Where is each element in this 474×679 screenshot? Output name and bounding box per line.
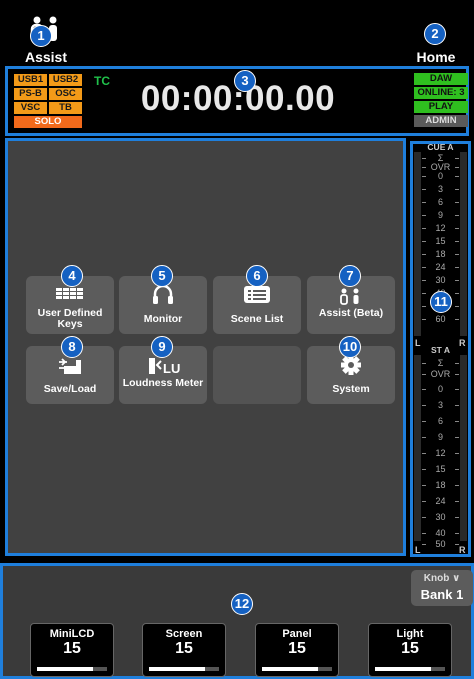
- st-sum-label: Σ: [422, 358, 459, 368]
- tile-label: Loudness Meter: [122, 377, 204, 389]
- tile-label: Save/Load: [43, 383, 97, 395]
- knob-value: 15: [401, 640, 419, 657]
- source-usb2: USB2: [49, 74, 82, 86]
- bank-label: Bank 1: [420, 587, 464, 602]
- knob-name: MiniLCD: [49, 628, 95, 640]
- cue-left-bar: [414, 152, 421, 336]
- st-ovr-label: OVR: [422, 369, 459, 379]
- knob-level-fill: [375, 667, 431, 671]
- status-bar: USB1 USB2 PS-B OSC VSC TB SOLO TC 00:00:…: [5, 66, 469, 136]
- callout-badge: 4: [61, 265, 83, 287]
- st-scale-tick: 50: [422, 539, 459, 549]
- solo-indicator: SOLO: [14, 116, 82, 128]
- callout-badge: 1: [30, 25, 52, 47]
- assist-label: Assist: [24, 49, 68, 65]
- source-tb: TB: [49, 102, 82, 114]
- callout-badge: 5: [151, 265, 173, 287]
- knob-label: Knob ∨: [423, 573, 461, 584]
- cue-scale-tick: 3: [422, 184, 459, 194]
- knob-screen[interactable]: Screen 15: [142, 623, 226, 677]
- tile-label: Assist (Beta): [318, 307, 384, 319]
- source-ps-b: PS-B: [14, 88, 47, 100]
- knob-panel[interactable]: Panel 15: [255, 623, 339, 677]
- admin-indicator: ADMIN: [414, 115, 468, 127]
- home-label: Home: [416, 49, 456, 65]
- cue-scale-tick: 15: [422, 236, 459, 246]
- knob-level-track: [262, 667, 332, 671]
- st-scale-tick: 40: [422, 528, 459, 538]
- st-meter-title: ST A: [430, 345, 451, 355]
- st-scale-tick: 6: [422, 416, 459, 426]
- cue-scale-tick: 18: [422, 249, 459, 259]
- knob-value: 15: [288, 640, 306, 657]
- cue-scale-tick: 6: [422, 197, 459, 207]
- knob-level-fill: [149, 667, 205, 671]
- play-indicator: PLAY: [414, 101, 468, 113]
- st-scale-tick: 12: [422, 448, 459, 458]
- callout-badge: 12: [231, 593, 253, 615]
- knob-level-fill: [262, 667, 318, 671]
- svg-text:LU: LU: [163, 361, 180, 376]
- st-scale-tick: 0: [422, 384, 459, 394]
- cue-scale-tick: 60: [422, 314, 459, 324]
- cue-a-meter: CUE A Σ OVR 0 3 6 9 12 15 18 24 30 40 50…: [413, 142, 468, 349]
- tile-label: System: [332, 383, 370, 395]
- knob-bank-panel: Knob ∨ Bank 1 12 MiniLCD 15 Screen 15 Pa…: [0, 563, 474, 679]
- knob-value: 15: [175, 640, 193, 657]
- empty-slot: [213, 346, 301, 404]
- st-left-bar: [414, 355, 421, 541]
- knob-name: Panel: [282, 628, 312, 640]
- st-scale-tick: 9: [422, 432, 459, 442]
- st-a-meter: ST A Σ OVR 0 3 6 9 12 15 18 24 30 40 50 …: [413, 345, 468, 555]
- source-usb1: USB1: [14, 74, 47, 86]
- callout-badge: 3: [234, 70, 256, 92]
- knob-name: Screen: [165, 628, 203, 640]
- function-menu-panel: User Defined Keys Monitor Scene List Ass…: [5, 138, 406, 556]
- tile-label: Monitor: [143, 313, 183, 325]
- meter-panel: CUE A Σ OVR 0 3 6 9 12 15 18 24 30 40 50…: [410, 141, 471, 557]
- knob-bank-selector[interactable]: Knob ∨ Bank 1: [411, 570, 473, 606]
- callout-badge: 8: [61, 336, 83, 358]
- online-indicator: ONLINE: 3: [414, 87, 468, 99]
- cue-right-bar: [460, 152, 467, 336]
- st-scale-tick: 24: [422, 496, 459, 506]
- cue-scale-tick: 30: [422, 275, 459, 285]
- chevron-down-icon: ∨: [452, 573, 461, 584]
- knob-level-fill: [37, 667, 93, 671]
- st-scale-tick: 15: [422, 464, 459, 474]
- callout-badge: 11: [430, 291, 452, 313]
- knob-value: 15: [63, 640, 81, 657]
- top-bar: Assist Home 1 2: [0, 0, 474, 66]
- cue-scale-tick: 0: [422, 171, 459, 181]
- tile-label: Scene List: [230, 313, 284, 325]
- callout-badge: 10: [339, 336, 361, 358]
- callout-badge: 2: [424, 23, 446, 45]
- tile-label: User Defined Keys: [37, 307, 103, 330]
- st-scale-tick: 18: [422, 480, 459, 490]
- cue-scale-tick: 24: [422, 262, 459, 272]
- knob-level-track: [375, 667, 445, 671]
- source-osc: OSC: [49, 88, 82, 100]
- st-right-bar: [460, 355, 467, 541]
- knob-minilcd[interactable]: MiniLCD 15: [30, 623, 114, 677]
- source-vsc: VSC: [14, 102, 47, 114]
- knob-level-track: [149, 667, 219, 671]
- callout-badge: 7: [339, 265, 361, 287]
- callout-badge: 9: [151, 336, 173, 358]
- cue-scale-tick: 12: [422, 223, 459, 233]
- tc-label: TC: [94, 74, 110, 88]
- daw-indicator: DAW: [414, 73, 468, 85]
- knob-light[interactable]: Light 15: [368, 623, 452, 677]
- st-right-label: R: [459, 545, 466, 555]
- st-scale-tick: 3: [422, 400, 459, 410]
- st-scale-tick: 30: [422, 512, 459, 522]
- cue-meter-title: CUE A: [427, 142, 454, 152]
- st-left-label: L: [415, 545, 421, 555]
- callout-badge: 6: [246, 265, 268, 287]
- cue-scale-tick: 9: [422, 210, 459, 220]
- knob-level-track: [37, 667, 107, 671]
- knob-name: Light: [396, 628, 424, 640]
